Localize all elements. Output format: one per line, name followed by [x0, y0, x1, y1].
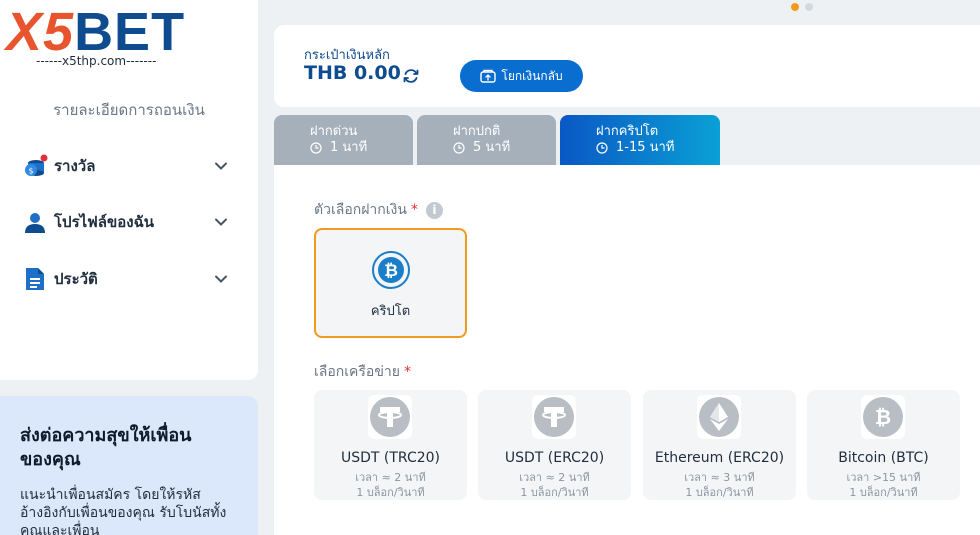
deposit-options-text: ตัวเลือกฝากเงิน	[314, 202, 407, 218]
document-icon	[22, 266, 48, 292]
chevron-down-icon	[215, 275, 227, 283]
tether-icon	[368, 395, 412, 439]
network-name: Bitcoin (BTC)	[838, 450, 929, 466]
user-icon	[22, 209, 48, 235]
network-name: USDT (TRC20)	[340, 450, 440, 466]
network-card-bitcoin[interactable]: ₿ Bitcoin (BTC) เวลา >15 นาที 1 บล็อก/วิ…	[807, 390, 960, 500]
tether-icon	[532, 395, 576, 439]
logo[interactable]: X5BET ------x5thp.com-------	[6, 4, 216, 68]
transfer-back-button[interactable]: โยกเงินกลับ	[460, 60, 583, 92]
sidebar-item-profile[interactable]: โปรไฟล์ของฉัน	[22, 205, 228, 239]
tab-time-text: 1 นาที	[330, 140, 368, 155]
sidebar-item-label: ประวัติ	[54, 270, 98, 288]
logo-wordmark: X5BET	[6, 4, 185, 60]
sidebar-item-label: โปรไฟล์ของฉัน	[54, 213, 155, 231]
tab-time: 1-15 นาที	[596, 140, 720, 156]
ethereum-icon	[697, 395, 741, 439]
logo-domain: ------x5thp.com-------	[36, 54, 157, 68]
deposit-panel: ตัวเลือกฝากเงิน * i ₿ คริปโต เลือกเครือข…	[274, 165, 980, 535]
network-card-usdt-trc20[interactable]: USDT (TRC20) เวลา ≈ 2 นาที 1 บล็อก/วินาท…	[314, 390, 467, 500]
refresh-icon[interactable]	[402, 67, 420, 85]
referral-title: ส่งต่อความสุขให้เพื่อนของคุณ	[20, 425, 192, 470]
wallet-card: กระเป๋าเงินหลัก THB 0.00 โยกเงินกลับ	[274, 25, 980, 107]
crypto-method-label: คริปโต	[370, 304, 411, 319]
deposit-options-label: ตัวเลือกฝากเงิน * i	[314, 199, 443, 221]
network-card-usdt-erc20[interactable]: USDT (ERC20) เวลา ≈ 2 นาที 1 บล็อก/วินาท…	[478, 390, 631, 500]
required-mark: *	[403, 364, 411, 380]
logo-x5: X5	[6, 2, 75, 62]
wallet-balance: THB 0.00	[304, 62, 401, 84]
sidebar-item-history[interactable]: ประวัติ	[22, 262, 228, 296]
clock-icon	[310, 142, 322, 154]
svg-text:$: $	[28, 167, 33, 176]
network-name: Ethereum (ERC20)	[654, 450, 785, 466]
referral-banner[interactable]: ส่งต่อความสุขให้เพื่อนของคุณ แนะนำเพื่อน…	[0, 396, 258, 535]
network-label-text: เลือกเครือข่าย	[314, 364, 400, 380]
svg-text:₿: ₿	[384, 261, 398, 281]
network-name: USDT (ERC20)	[504, 450, 605, 466]
network-rate: 1 บล็อก/วินาที	[356, 486, 425, 499]
tab-normal-deposit[interactable]: ฝากปกติ 5 นาที	[417, 115, 556, 165]
network-card-ethereum[interactable]: Ethereum (ERC20) เวลา ≈ 3 นาที 1 บล็อก/ว…	[643, 390, 796, 500]
sidebar: X5BET ------x5thp.com------- รายละเอียดก…	[0, 0, 258, 380]
logo-bet: BET	[74, 2, 186, 62]
chevron-down-icon	[215, 162, 227, 170]
rewards-icon: $	[22, 153, 48, 179]
tab-title: ฝากด่วน	[310, 124, 358, 139]
network-rate: 1 บล็อก/วินาที	[520, 486, 589, 499]
tab-time: 5 นาที	[453, 140, 556, 156]
crypto-method-card[interactable]: ₿ คริปโต	[314, 228, 467, 338]
carousel-dot[interactable]	[805, 3, 813, 11]
clock-icon	[453, 142, 465, 154]
sidebar-caption: รายละเอียดการถอนเงิน	[53, 101, 205, 119]
network-label: เลือกเครือข่าย *	[314, 361, 411, 383]
tab-crypto-deposit[interactable]: ฝากคริปโต 1-15 นาที	[560, 115, 720, 165]
clock-icon	[596, 142, 608, 154]
network-rate: 1 บล็อก/วินาที	[849, 486, 918, 499]
info-icon[interactable]: i	[425, 201, 443, 219]
chevron-down-icon	[215, 218, 227, 226]
tab-time-text: 1-15 นาที	[616, 140, 675, 155]
tab-instant-deposit[interactable]: ฝากด่วน 1 นาที	[274, 115, 413, 165]
svg-text:₿: ₿	[875, 405, 891, 429]
network-rate: 1 บล็อก/วินาที	[685, 486, 754, 499]
tab-time-text: 5 นาที	[473, 140, 511, 155]
required-mark: *	[410, 202, 418, 218]
wallet-transfer-icon	[480, 69, 497, 83]
sidebar-item-rewards[interactable]: $ รางวัล	[22, 149, 228, 183]
carousel-dot-active[interactable]	[791, 3, 799, 11]
tab-title: ฝากปกติ	[453, 124, 501, 139]
tab-time: 1 นาที	[310, 140, 413, 156]
transfer-back-label: โยกเงินกลับ	[501, 68, 563, 83]
bitcoin-circle-icon: ₿	[372, 251, 410, 289]
referral-description: แนะนำเพื่อนสมัคร โดยให้รหัสอ้างอิงกับเพื…	[20, 487, 227, 535]
bitcoin-icon: ₿	[861, 395, 905, 439]
sidebar-item-label: รางวัล	[54, 157, 96, 175]
tab-title: ฝากคริปโต	[596, 124, 659, 139]
